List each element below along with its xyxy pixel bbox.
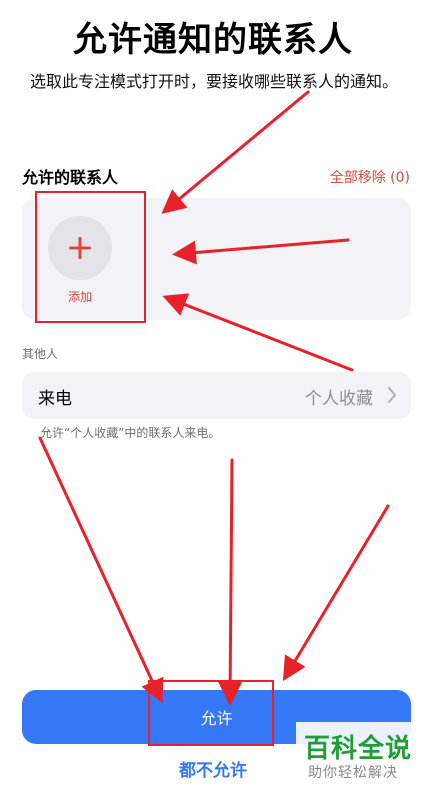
annotation-arrow xyxy=(282,504,390,682)
calls-footnote: 允许“个人收藏”中的联系人来电。 xyxy=(40,426,221,440)
remove-all-button[interactable]: 全部移除 (0) xyxy=(330,167,410,187)
watermark-logo: 百科全说 助你轻松解决 xyxy=(296,722,426,789)
annotation-arrow xyxy=(161,90,310,214)
annotation-box-allow xyxy=(148,680,274,746)
chevron-right-icon xyxy=(388,387,396,403)
annotation-arrow xyxy=(218,458,243,706)
page-title: 允许通知的联系人 xyxy=(73,20,353,60)
annotation-arrow xyxy=(38,436,164,704)
page-subtitle: 选取此专注模式打开时，要接收哪些联系人的通知。 xyxy=(29,72,398,91)
annotation-box-add xyxy=(35,191,146,323)
others-section-label: 其他人 xyxy=(22,347,59,361)
allowed-contacts-label: 允许的联系人 xyxy=(22,168,119,187)
calls-setting-row[interactable]: 来电 个人收藏 xyxy=(22,372,411,419)
watermark-title: 百科全说 xyxy=(304,734,413,764)
calls-label: 来电 xyxy=(38,389,72,409)
calls-value: 个人收藏 xyxy=(305,389,373,409)
watermark-subtitle: 助你轻松解决 xyxy=(308,765,398,781)
